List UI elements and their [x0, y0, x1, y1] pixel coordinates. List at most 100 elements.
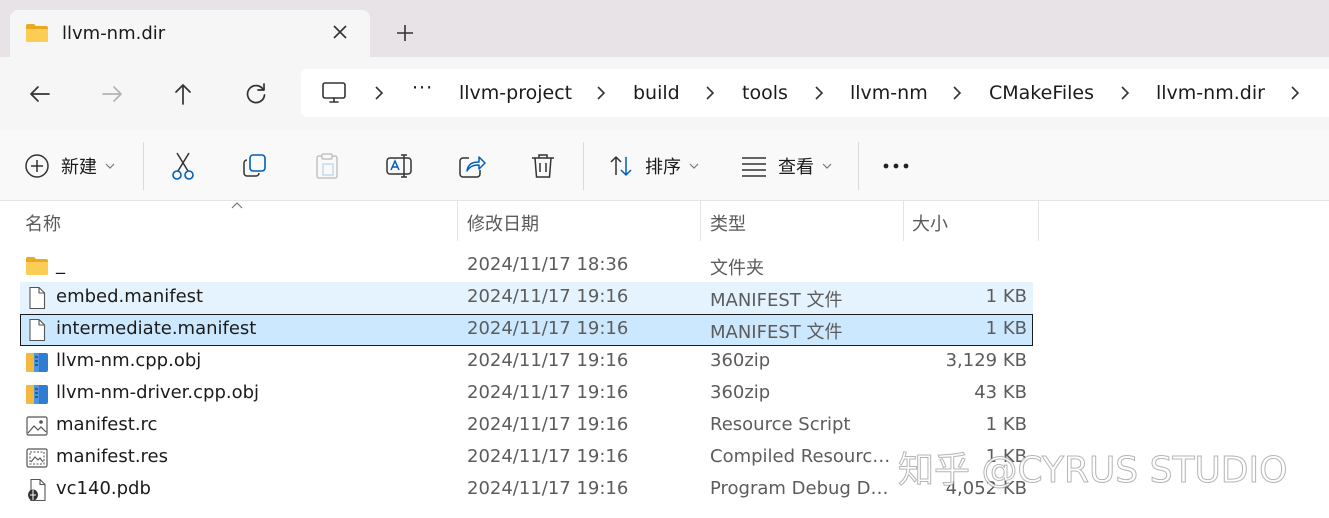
navigation-bar: ··· llvm-project build tools llvm-nm CMa… [0, 57, 1329, 130]
more-options-button[interactable] [882, 150, 910, 182]
file-date: 2024/11/17 19:16 [467, 350, 629, 371]
tab-strip: llvm-nm.dir [0, 0, 1329, 57]
file-date: 2024/11/17 19:16 [467, 382, 629, 403]
view-list-icon [742, 157, 766, 177]
file-name: llvm-nm.cpp.obj [56, 350, 202, 371]
refresh-icon[interactable] [241, 79, 271, 109]
file-icon [29, 318, 46, 342]
file-size: 1 KB [985, 414, 1027, 435]
chevron-right-icon[interactable] [372, 85, 386, 101]
file-row[interactable]: _ 2024/11/17 18:36 文件夹 [20, 250, 1033, 282]
cut-button[interactable] [169, 150, 197, 182]
file-size: 1 KB [985, 286, 1027, 307]
file-size: 1 KB [985, 318, 1027, 339]
breadcrumb[interactable]: ··· llvm-project build tools llvm-nm CMa… [301, 69, 1329, 117]
sort-icon [610, 156, 632, 176]
file-date: 2024/11/17 19:16 [467, 446, 629, 467]
file-date: 2024/11/17 18:36 [467, 254, 629, 275]
paste-button[interactable] [314, 150, 340, 182]
file-type: 360zip [710, 382, 771, 403]
breadcrumb-item-llvm-project[interactable]: llvm-project [459, 82, 572, 104]
close-icon[interactable] [328, 20, 352, 44]
share-icon [459, 156, 486, 178]
cut-icon [172, 152, 194, 180]
new-button[interactable]: 新建 [24, 150, 115, 182]
file-name: vc140.pdb [56, 478, 151, 499]
sort-button[interactable]: 排序 [608, 150, 699, 182]
file-type: Compiled Resource... [710, 446, 895, 467]
column-header-date[interactable]: 修改日期 [458, 201, 700, 241]
divider [143, 142, 144, 190]
archive-icon [26, 385, 48, 404]
file-name: embed.manifest [56, 286, 204, 307]
chevron-right-icon[interactable] [703, 85, 717, 101]
resource-file-icon [26, 448, 48, 468]
up-arrow-icon[interactable] [168, 79, 198, 109]
file-row[interactable]: vc140.pdb 2024/11/17 19:16 Program Debug… [20, 474, 1033, 506]
plus-icon[interactable] [392, 20, 418, 46]
divider [583, 142, 584, 190]
tab-title: llvm-nm.dir [62, 23, 166, 44]
folder-icon [26, 24, 48, 42]
tab-llvm-nm-dir[interactable]: llvm-nm.dir [10, 10, 370, 57]
column-header-date-label: 修改日期 [467, 214, 539, 235]
archive-icon [26, 353, 48, 372]
copy-icon [243, 154, 266, 177]
delete-icon [532, 154, 554, 178]
column-header-type-label: 类型 [710, 214, 746, 235]
copy-button[interactable] [242, 150, 268, 182]
share-button[interactable] [458, 150, 486, 182]
chevron-down-icon [105, 163, 115, 169]
file-type: 360zip [710, 350, 771, 371]
breadcrumb-item-build[interactable]: build [633, 82, 680, 104]
this-pc-icon[interactable] [321, 80, 347, 106]
breadcrumb-item-llvm-nm[interactable]: llvm-nm [850, 82, 928, 104]
chevron-right-icon[interactable] [1288, 85, 1302, 101]
file-row[interactable]: llvm-nm-driver.cpp.obj 2024/11/17 19:16 … [20, 378, 1033, 410]
rename-icon [386, 154, 412, 178]
breadcrumb-overflow[interactable]: ··· [412, 77, 433, 99]
watermark: 知乎 @CYRUS STUDIO [897, 450, 1288, 492]
file-row[interactable]: manifest.res 2024/11/17 19:16 Compiled R… [20, 442, 1033, 474]
delete-button[interactable] [530, 150, 556, 182]
file-row[interactable]: intermediate.manifest 2024/11/17 19:16 M… [20, 314, 1033, 346]
file-date: 2024/11/17 19:16 [467, 286, 629, 307]
back-arrow-icon[interactable] [25, 79, 55, 109]
divider [858, 142, 859, 190]
image-file-icon [26, 416, 48, 436]
more-icon [883, 163, 909, 169]
file-type: Program Debug Da... [710, 478, 895, 499]
file-row[interactable]: manifest.rc 2024/11/17 19:16 Resource Sc… [20, 410, 1033, 442]
file-name: _ [56, 254, 65, 275]
file-type: 文件夹 [710, 258, 764, 279]
column-header-name[interactable]: 名称 [20, 201, 457, 241]
view-button[interactable]: 查看 [741, 150, 832, 182]
file-type: Resource Script [710, 414, 851, 435]
column-header-size-label: 大小 [912, 214, 948, 235]
file-row[interactable]: llvm-nm.cpp.obj 2024/11/17 19:16 360zip … [20, 346, 1033, 378]
column-divider[interactable] [1038, 201, 1039, 241]
chevron-right-icon[interactable] [950, 85, 964, 101]
column-header-size[interactable]: 大小 [904, 201, 1038, 241]
file-size: 3,129 KB [945, 350, 1027, 371]
paste-icon [316, 153, 338, 179]
breadcrumb-item-llvm-nm-dir[interactable]: llvm-nm.dir [1156, 82, 1265, 104]
chevron-right-icon[interactable] [1118, 85, 1132, 101]
file-date: 2024/11/17 19:16 [467, 318, 629, 339]
view-label: 查看 [778, 157, 814, 178]
file-type: MANIFEST 文件 [710, 290, 843, 311]
breadcrumb-item-tools[interactable]: tools [742, 82, 788, 104]
file-date: 2024/11/17 19:16 [467, 478, 629, 499]
chevron-right-icon[interactable] [594, 85, 608, 101]
file-row[interactable]: embed.manifest 2024/11/17 19:16 MANIFEST… [20, 282, 1033, 314]
file-name: intermediate.manifest [56, 318, 257, 339]
rename-button[interactable] [385, 150, 413, 182]
file-name: manifest.rc [56, 414, 158, 435]
forward-arrow-icon[interactable] [97, 79, 127, 109]
chevron-right-icon[interactable] [812, 85, 826, 101]
debug-file-icon [28, 478, 46, 502]
column-header-type[interactable]: 类型 [701, 201, 903, 241]
sort-label: 排序 [645, 157, 681, 178]
new-label: 新建 [61, 157, 97, 178]
breadcrumb-item-cmakefiles[interactable]: CMakeFiles [989, 82, 1094, 104]
